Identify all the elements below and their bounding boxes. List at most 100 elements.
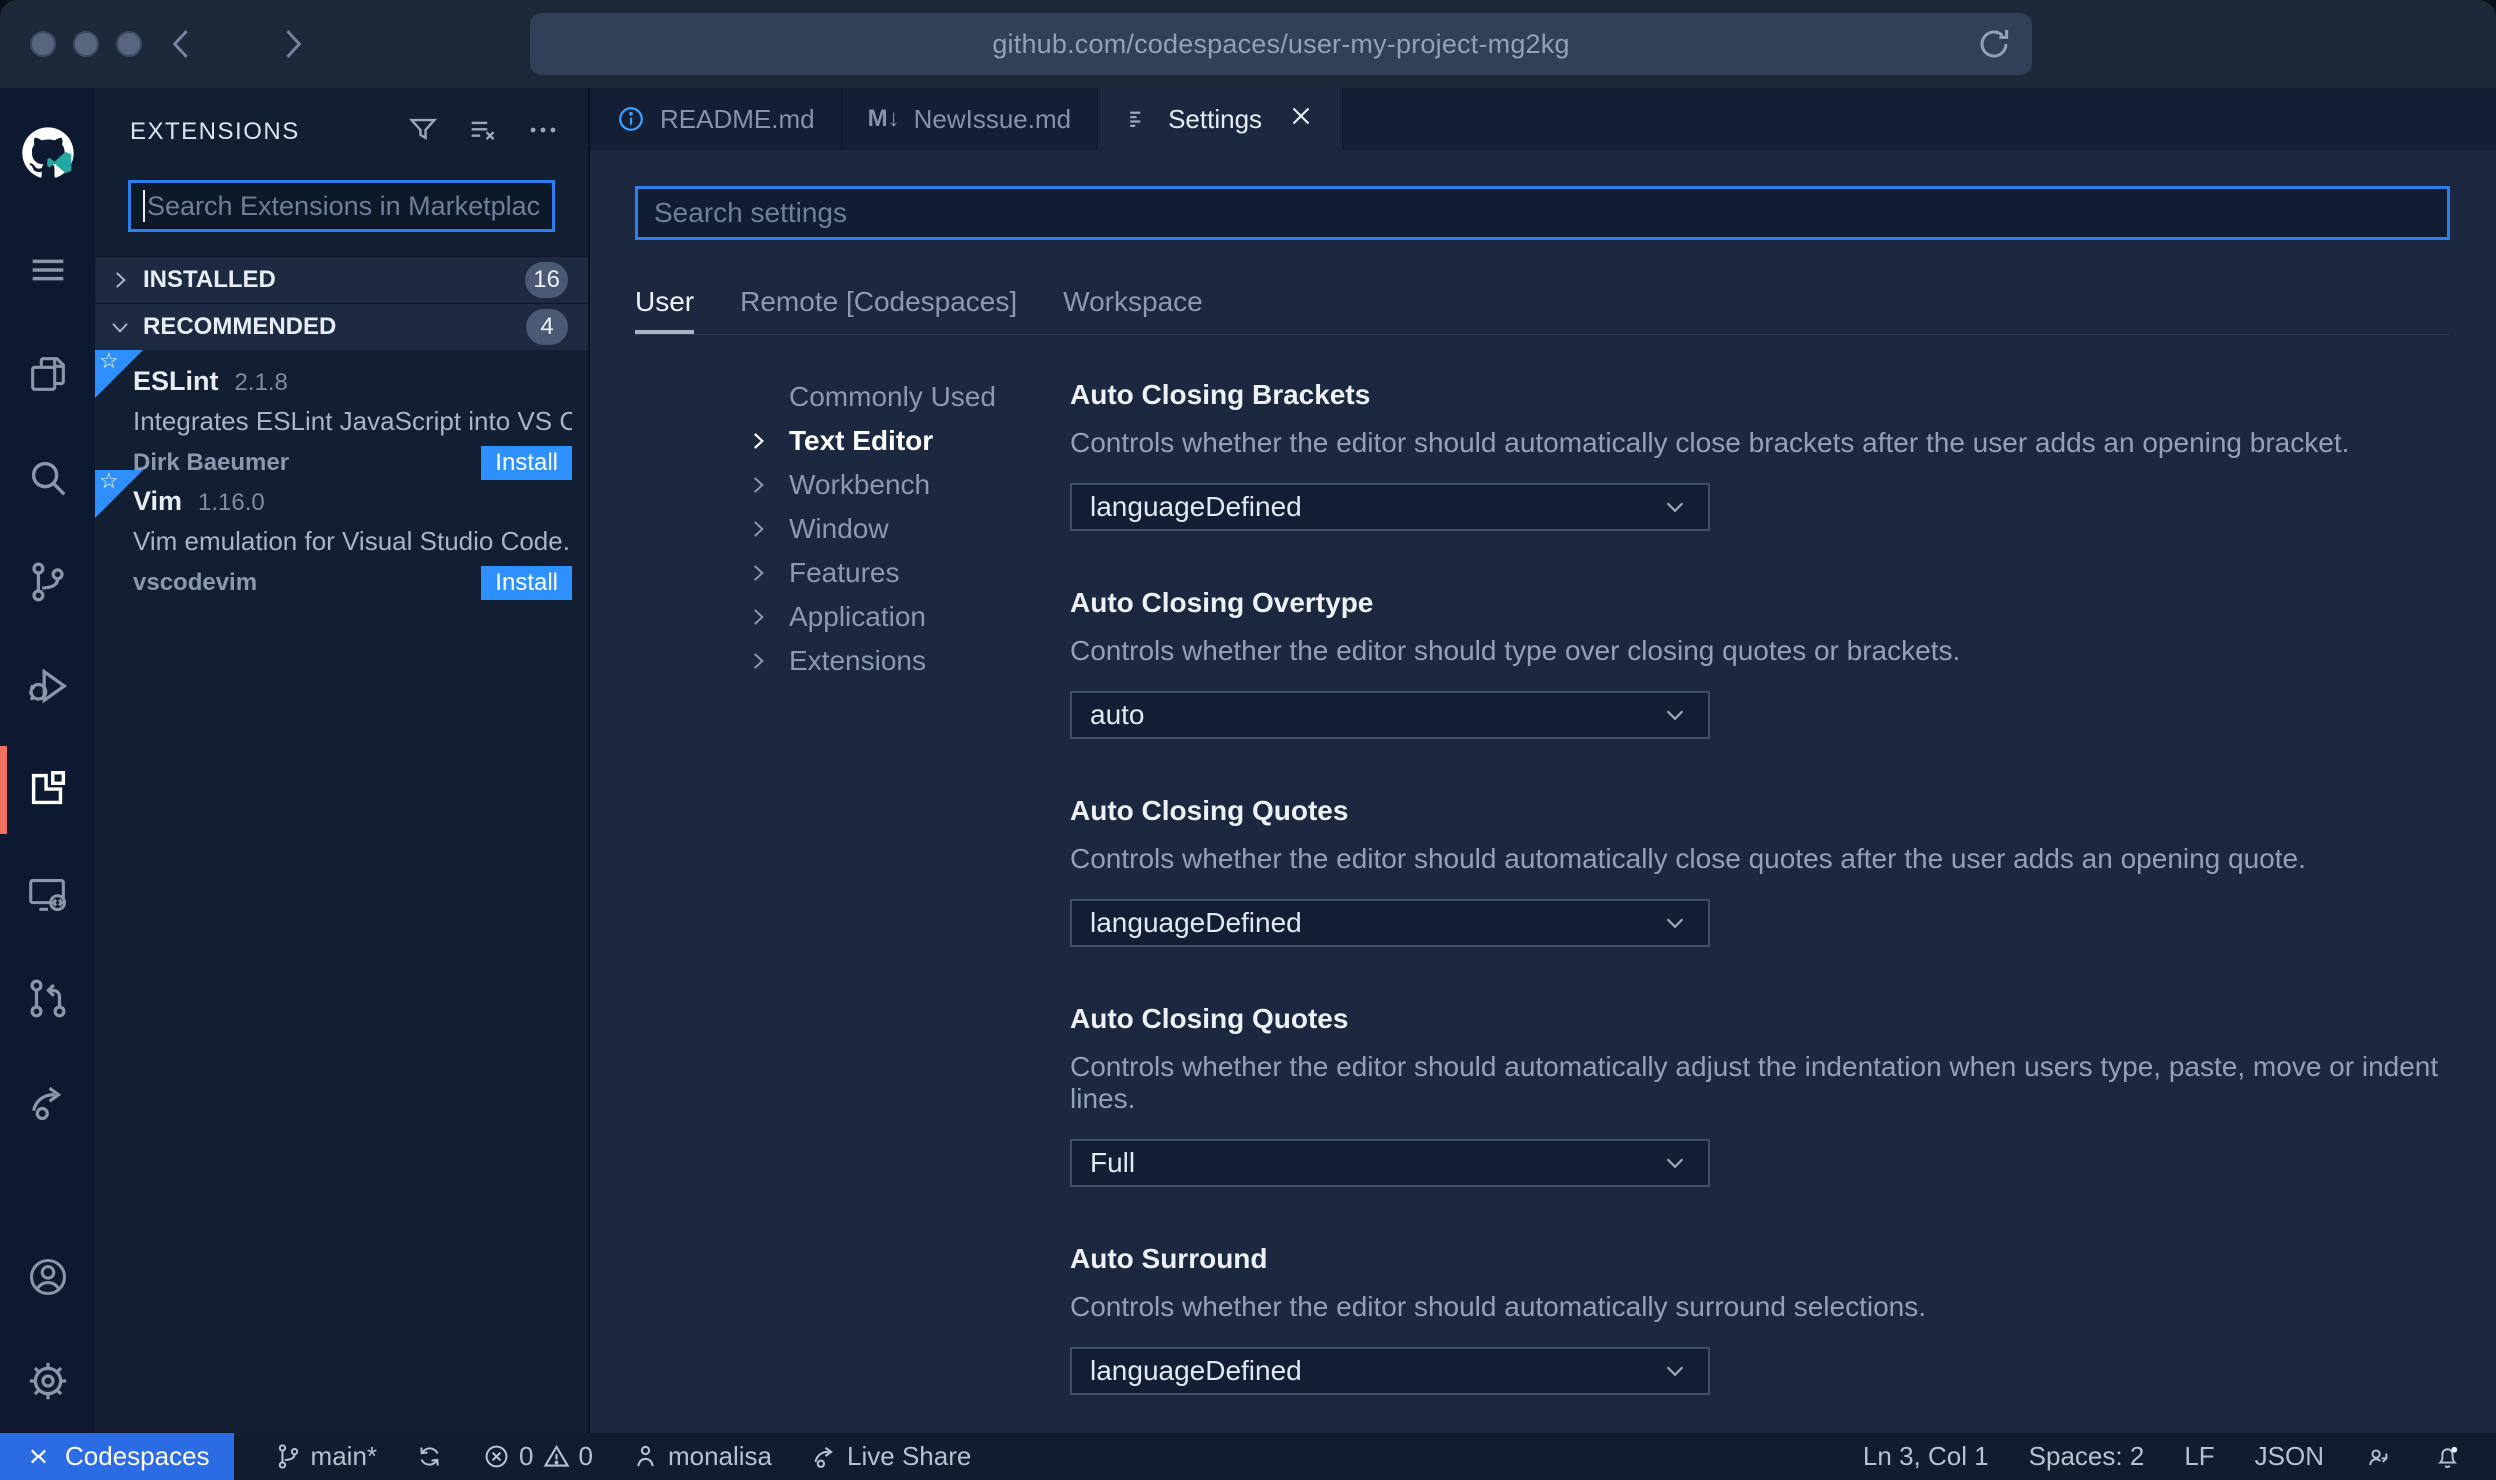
notifications-item[interactable] [2423,1442,2472,1471]
setting-select[interactable]: languageDefined [1070,1346,1710,1395]
scope-tab-remote[interactable]: Remote [Codespaces] [740,286,1017,334]
chevron-down-icon [1666,710,1684,721]
scope-tab-workspace[interactable]: Workspace [1063,286,1203,334]
extension-version: 1.16.0 [198,489,265,516]
clear-search-results-icon[interactable] [466,113,500,152]
run-debug-icon[interactable] [0,634,95,738]
chevron-right-icon [754,477,764,493]
extension-description: Vim emulation for Visual Studio Code... [133,526,572,556]
installed-section-header[interactable]: INSTALLED 16 [95,256,588,303]
setting-title: Auto Surround [1070,1242,1268,1274]
error-icon [485,1445,508,1468]
problems-status-item[interactable]: 0 0 [470,1441,605,1472]
sync-status-item[interactable] [403,1442,456,1471]
editor-area: README.md M↓ NewIssue.md Settings User [590,88,2496,1433]
reload-icon[interactable] [1974,24,2014,64]
setting-title: Auto Closing Brackets [1070,378,1371,410]
search-icon[interactable] [0,426,95,530]
install-button[interactable]: Install [481,566,572,600]
remote-explorer-icon[interactable] [0,842,95,946]
status-bar: Codespaces main* 0 0 monalisa Live Share… [0,1433,2496,1480]
chevron-right-icon [754,653,764,669]
extension-list-item[interactable]: ☆ Vim 1.16.0 Vim emulation for Visual St… [95,470,588,600]
menu-icon[interactable] [0,218,95,322]
extensions-icon[interactable] [0,738,95,842]
setting-select[interactable]: auto [1070,690,1710,739]
window-close-button[interactable] [30,31,56,57]
setting-item: Auto Surround Controls whether the edito… [1070,1243,2450,1395]
chevron-right-icon [754,609,764,625]
window-minimize-button[interactable] [73,31,99,57]
user-status-item[interactable]: monalisa [619,1441,784,1472]
settings-search-input[interactable] [654,197,2431,229]
extensions-search-input[interactable] [146,190,540,222]
tab-settings[interactable]: Settings [1098,88,1344,150]
browser-window: github.com/codespaces/user-my-project-mg… [0,0,2496,1480]
tab-readme[interactable]: README.md [590,88,842,150]
source-control-icon[interactable] [0,530,95,634]
forward-icon[interactable] [270,22,314,71]
feedback-icon [2369,1449,2388,1466]
language-mode-item[interactable]: JSON [2245,1441,2334,1472]
back-icon[interactable] [160,22,204,71]
tab-newissue[interactable]: M↓ NewIssue.md [841,88,1099,150]
feedback-item[interactable] [2354,1442,2403,1471]
toc-text-editor[interactable]: Text Editor [745,419,1070,463]
settings-list: Auto Closing Brackets Controls whether t… [1070,375,2450,1433]
chevron-right-icon [116,272,126,288]
settings-gear-icon[interactable] [0,1329,95,1433]
extension-author: vscodevim [133,569,258,596]
chevron-right-icon [754,521,764,537]
toc-application[interactable]: Application [745,595,1070,639]
sidebar-title: EXTENSIONS [130,118,300,145]
markdown-icon: M↓ [867,105,900,132]
recommended-section-header[interactable]: RECOMMENDED 4 [95,303,588,350]
filter-icon[interactable] [406,113,440,152]
indentation-item[interactable]: Spaces: 2 [2019,1441,2155,1472]
extensions-search-box [128,180,555,232]
bell-icon [2437,1446,2458,1468]
cursor-position-item[interactable]: Ln 3, Col 1 [1853,1441,1999,1472]
text-cursor [143,190,145,222]
setting-select[interactable]: Full [1070,1138,1710,1187]
address-bar[interactable]: github.com/codespaces/user-my-project-mg… [530,13,2032,75]
settings-scope-tabs: User Remote [Codespaces] Workspace [635,286,2450,334]
codespaces-status-item[interactable]: Codespaces [0,1433,234,1480]
sync-icon [420,1447,439,1466]
setting-item: Auto Closing Brackets Controls whether t… [1070,379,2450,531]
remote-indicator-icon [31,1449,46,1464]
chevron-down-icon [1666,1158,1684,1169]
browser-chrome: github.com/codespaces/user-my-project-mg… [0,0,2496,88]
toc-window[interactable]: Window [745,507,1070,551]
setting-description: Controls whether the editor should type … [1070,634,1961,666]
live-share-icon[interactable] [0,1050,95,1154]
chevron-down-icon [112,323,128,333]
close-tab-icon[interactable] [1286,101,1316,138]
explorer-icon[interactable] [0,322,95,426]
extensions-sidebar: EXTENSIONS INSTALLED 16 RECOMMENDED 4 [95,88,590,1433]
pull-requests-icon[interactable] [0,946,95,1050]
toc-workbench[interactable]: Workbench [745,463,1070,507]
setting-description: Controls whether the editor should autom… [1070,1050,2439,1114]
more-actions-icon[interactable] [526,113,560,152]
settings-toc: Commonly Used Text Editor Workbench Wind… [635,375,1070,1433]
git-branch-icon [278,1444,298,1469]
setting-description: Controls whether the editor should autom… [1070,1290,1927,1322]
toc-commonly-used[interactable]: Commonly Used [745,375,1070,419]
window-maximize-button[interactable] [116,31,142,57]
setting-select[interactable]: languageDefined [1070,482,1710,531]
scope-tab-user[interactable]: User [635,286,695,334]
toc-features[interactable]: Features [745,551,1070,595]
setting-select[interactable]: languageDefined [1070,898,1710,947]
tab-label: Settings [1168,103,1263,134]
branch-status-item[interactable]: main* [262,1441,389,1472]
recommended-count-badge: 4 [526,309,568,345]
chevron-down-icon [1666,1366,1684,1377]
extension-list-item[interactable]: ☆ ESLint 2.1.8 Integrates ESLint JavaScr… [95,350,588,480]
account-icon[interactable] [0,1225,95,1329]
warning-icon [543,1444,569,1467]
live-share-status-item[interactable]: Live Share [798,1441,983,1472]
recommended-section-label: RECOMMENDED [143,313,337,340]
eol-item[interactable]: LF [2174,1441,2224,1472]
toc-extensions[interactable]: Extensions [745,639,1070,683]
